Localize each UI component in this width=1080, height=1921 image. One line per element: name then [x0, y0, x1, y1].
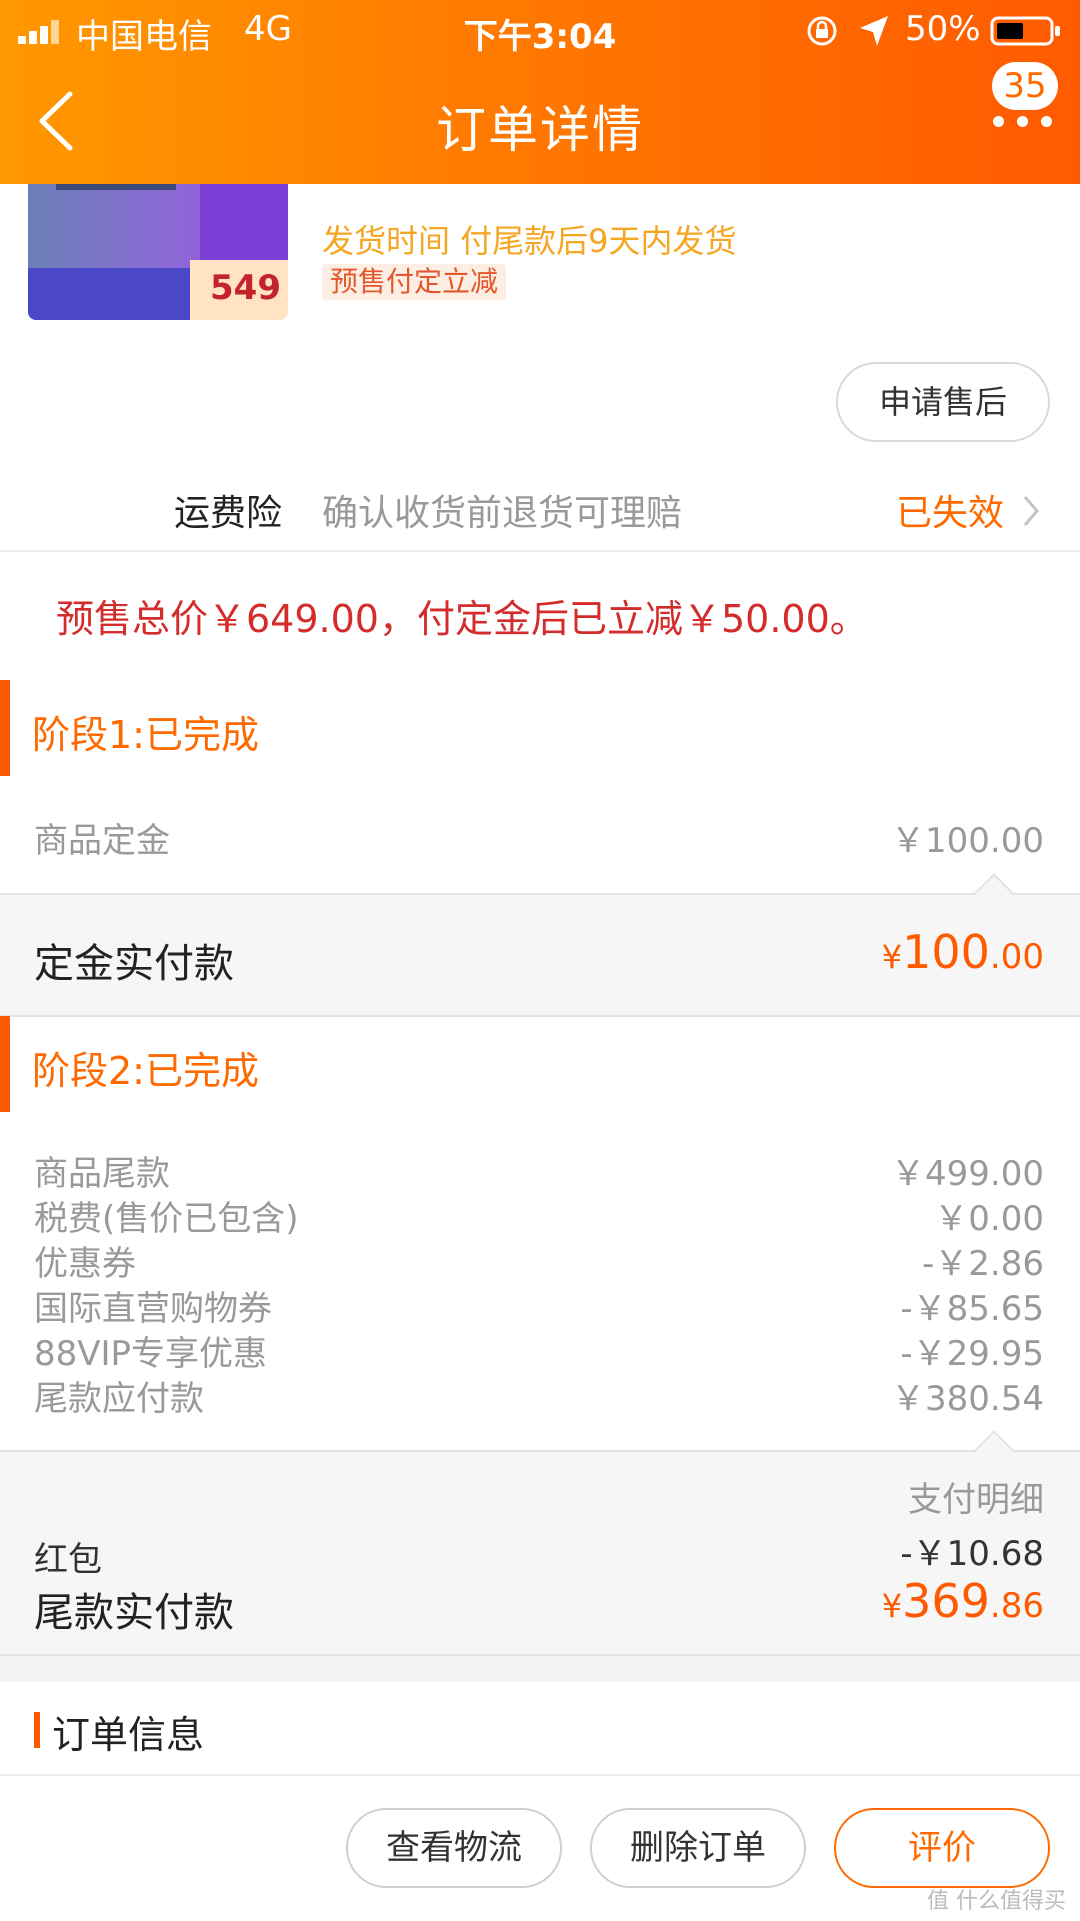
page-title: 订单详情 [436, 101, 644, 159]
stage-accent-bar [0, 1016, 10, 1112]
line-value: ￥0.00 [934, 1199, 1044, 1239]
line-value: ￥499.00 [891, 1154, 1044, 1194]
line-label: 商品定金 [34, 821, 170, 861]
section-divider [0, 1656, 1080, 1682]
line-label: 优惠券 [34, 1244, 136, 1284]
presale-tag: 预售付定立减 [322, 264, 507, 300]
stage2-line: 88VIP专享优惠 -￥29.95 [0, 1326, 1080, 1374]
red-packet-value: -￥10.68 [900, 1534, 1044, 1574]
payment-detail-link[interactable]: 支付明细 [908, 1472, 1044, 1521]
stage2-line: 优惠券 -￥2.86 [0, 1236, 1080, 1284]
insurance-label: 运费险 [174, 493, 283, 534]
stage1-paid-amount: ¥100.00 [881, 925, 1044, 979]
view-logistics-button[interactable]: 查看物流 [346, 1808, 562, 1888]
stage2-paid-box: 支付明细 红包 -￥10.68 尾款实付款 ¥369.86 [0, 1430, 1080, 1656]
stage2-line: 税费(售价已包含) ￥0.00 [0, 1191, 1080, 1239]
insurance-description: 确认收货前退货可理赔 [322, 493, 683, 534]
line-value: -￥29.95 [900, 1334, 1044, 1374]
review-button[interactable]: 评价 [834, 1808, 1050, 1888]
watermark: 值 什么值得买 [927, 1889, 1066, 1914]
nav-bar: 订单详情 35 [0, 62, 1080, 184]
battery-percent: 50% [905, 9, 981, 49]
stage-accent-bar [0, 680, 10, 776]
line-value: -￥2.86 [922, 1244, 1044, 1284]
presale-price-note: 预售总价￥649.00，付定金后已立减￥50.00。 [56, 597, 868, 641]
line-value: ￥100.00 [891, 821, 1044, 861]
line-label: 国际直营购物券 [34, 1289, 272, 1329]
chevron-right-icon [1023, 496, 1039, 526]
stage2-header: 阶段2:已完成 [0, 1016, 1080, 1112]
insurance-status: 已失效 [896, 493, 1005, 534]
line-label: 88VIP专享优惠 [34, 1334, 268, 1374]
message-count-badge: 35 [992, 62, 1058, 110]
stage1-header: 阶段1:已完成 [0, 680, 1080, 776]
stage2-title: 阶段2:已完成 [32, 1049, 259, 1093]
section-accent-bar [34, 1712, 40, 1748]
line-label: 税费(售价已包含) [34, 1199, 299, 1239]
location-arrow-icon [860, 16, 888, 46]
thumbnail-price: 549 [210, 268, 281, 308]
stage1-title: 阶段1:已完成 [32, 713, 259, 757]
rotation-lock-icon [807, 16, 837, 46]
stage2-line: 尾款应付款 ￥380.54 [0, 1371, 1080, 1419]
stage1-paid-label: 定金实付款 [34, 941, 234, 987]
line-value: ￥380.54 [891, 1379, 1044, 1419]
red-packet-label: 红包 [34, 1540, 102, 1580]
stage1-paid-box: 定金实付款 ¥100.00 [0, 873, 1080, 1017]
order-info-title: 订单信息 [52, 1713, 205, 1757]
header: 中国电信 4G 下午3:04 50% 订单详情 35 [0, 0, 1080, 184]
battery-icon [990, 16, 1060, 46]
line-label: 商品尾款 [34, 1154, 170, 1194]
line-label: 尾款应付款 [34, 1379, 204, 1419]
footer-actions: 查看物流 删除订单 评价 值 什么值得买 [0, 1778, 1080, 1921]
ship-time: 发货时间 付尾款后9天内发货 [322, 222, 737, 260]
apply-after-sale-button[interactable]: 申请售后 [836, 362, 1050, 442]
stage2-line: 商品尾款 ￥499.00 [0, 1146, 1080, 1194]
status-bar: 中国电信 4G 下午3:04 50% [0, 0, 1080, 62]
more-dots-icon[interactable] [993, 116, 1053, 128]
stage2-paid-amount: ¥369.86 [881, 1574, 1044, 1628]
delete-order-button[interactable]: 删除订单 [590, 1808, 806, 1888]
stage1-line: 商品定金 ￥100.00 [0, 813, 1080, 861]
stage2-paid-label: 尾款实付款 [34, 1590, 234, 1636]
order-info-section: 订单信息 [0, 1682, 1080, 1776]
stage2-line: 国际直营购物券 -￥85.65 [0, 1281, 1080, 1329]
line-value: -￥85.65 [900, 1289, 1044, 1329]
shipping-insurance-row[interactable]: 运费险 确认收货前退货可理赔 已失效 [0, 470, 1080, 552]
